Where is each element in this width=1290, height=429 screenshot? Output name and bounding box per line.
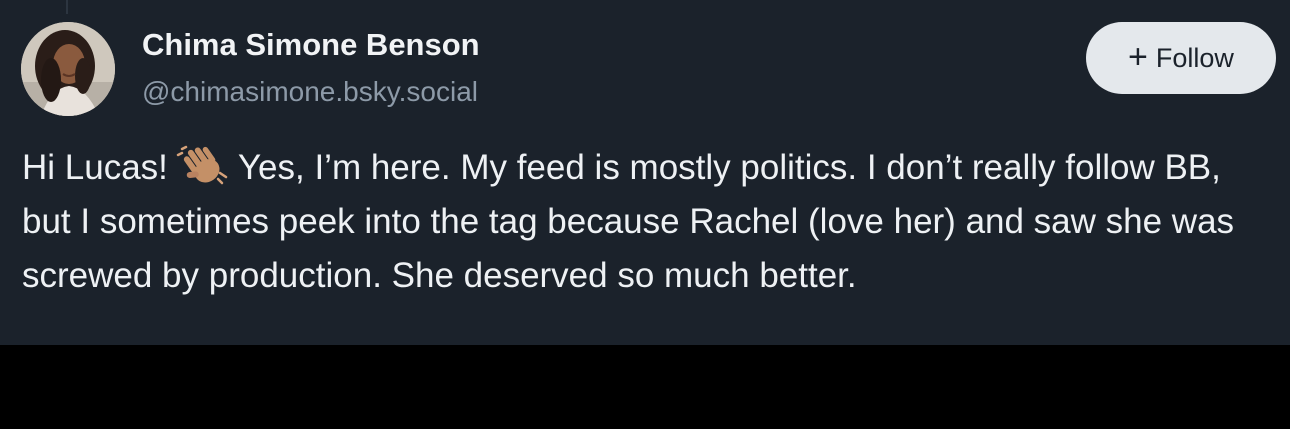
follow-button-label: Follow bbox=[1155, 42, 1234, 73]
author-handle[interactable]: @chimasimone.bsky.social bbox=[142, 76, 478, 108]
follow-button[interactable]: + Follow bbox=[1086, 22, 1276, 94]
post-text: Hi Lucas! Yes, I’m here. My feed is most… bbox=[22, 141, 1277, 303]
post-text-start: Hi Lucas! bbox=[22, 148, 168, 187]
author-display-name[interactable]: Chima Simone Benson bbox=[142, 27, 480, 63]
avatar-photo bbox=[21, 22, 115, 116]
plus-icon: + bbox=[1128, 37, 1148, 76]
thread-line bbox=[66, 0, 68, 14]
waving-hand-emoji bbox=[176, 145, 228, 185]
avatar[interactable] bbox=[21, 22, 115, 116]
post-card: Chima Simone Benson @chimasimone.bsky.so… bbox=[0, 0, 1290, 345]
